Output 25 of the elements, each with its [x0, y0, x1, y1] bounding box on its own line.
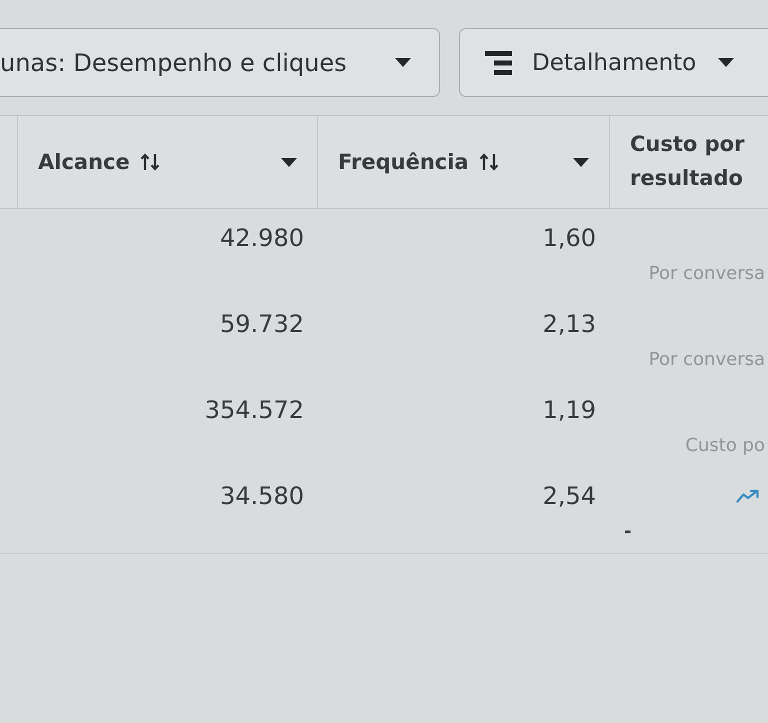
table-cell: 34.580	[220, 481, 304, 511]
column-header[interactable]: Alcance	[18, 116, 318, 208]
caret-icon[interactable]	[281, 158, 297, 166]
table-cell: 2,13	[542, 309, 596, 339]
sort-icon[interactable]	[478, 152, 499, 172]
column-header[interactable]: Frequência	[318, 116, 610, 208]
cost-note: Por conversa	[648, 262, 765, 284]
cost-note: Por conversa	[648, 348, 765, 370]
trend-icon	[736, 489, 760, 503]
table-cell: 2,54	[542, 481, 596, 511]
breakdown-icon	[485, 50, 512, 74]
sort-icon[interactable]	[140, 152, 160, 172]
columns-dropdown[interactable]: unas: Desempenho e cliques	[0, 28, 440, 97]
table-cell: 42.980	[220, 223, 304, 253]
caret-icon[interactable]	[573, 158, 589, 166]
table-cell: 59.732	[220, 309, 304, 339]
caret-icon	[718, 58, 734, 67]
column-header[interactable]: Custo por resultado	[610, 116, 768, 208]
table-cell: 1,60	[542, 223, 596, 253]
cost-note: Custo po	[685, 434, 765, 456]
caret-icon	[395, 58, 411, 67]
breakdown-dropdown[interactable]: Detalhamento	[459, 28, 768, 97]
table-cell: 1,19	[542, 395, 596, 425]
empty-value: -	[624, 520, 632, 542]
table-cell: 354.572	[204, 395, 304, 425]
